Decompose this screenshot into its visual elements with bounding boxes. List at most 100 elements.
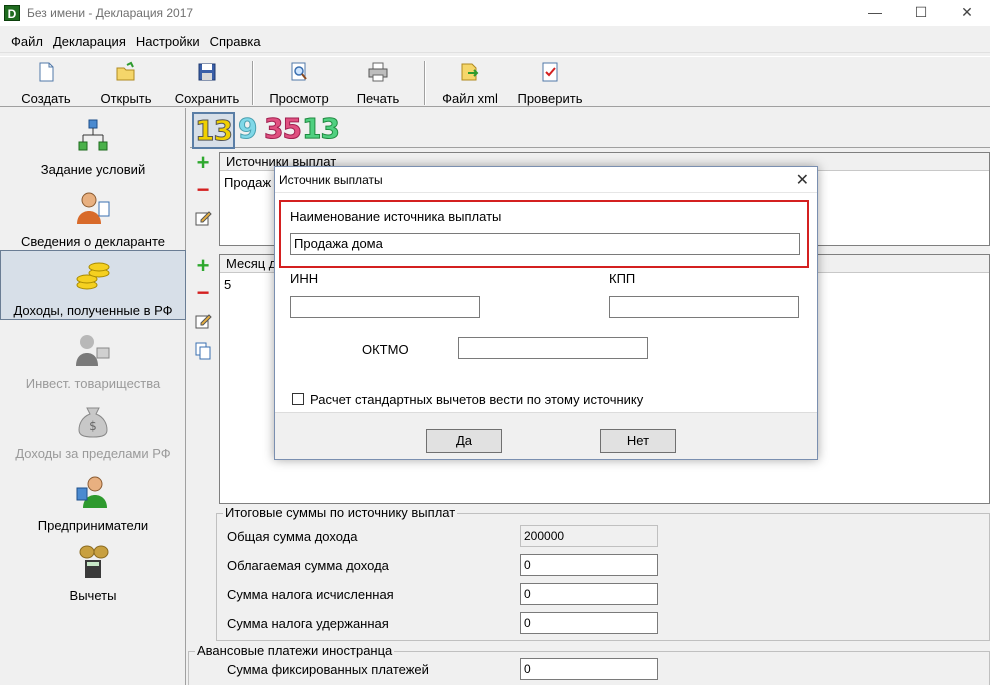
print-button[interactable]: Печать — [348, 61, 408, 107]
source-name-input[interactable]: Продажа дома — [290, 233, 800, 255]
sidebar-item-income-rf[interactable]: Доходы, полученные в РФ — [0, 250, 186, 320]
checklist-icon — [542, 62, 558, 82]
maximize-button[interactable]: ☐ — [898, 0, 944, 26]
new-document-icon — [39, 62, 54, 82]
open-label: Открыть — [100, 91, 152, 106]
svg-text:$: $ — [89, 419, 97, 433]
sidebar-item-label: Вычеты — [69, 588, 117, 603]
floppy-disk-icon — [198, 63, 216, 81]
sidebar-item-income-abroad[interactable]: $ Доходы за пределами РФ — [0, 400, 186, 468]
advance-payments-group: Авансовые платежи иностранца Сумма фикси… — [188, 643, 990, 685]
fixed-payments-field[interactable]: 0 — [520, 658, 658, 680]
person-card-icon — [77, 192, 110, 224]
oktmo-label: ОКТМО — [362, 342, 409, 357]
yes-button[interactable]: Да — [426, 429, 502, 453]
tax-rate-bar: 13 9 35 13 — [190, 108, 990, 149]
edit-month-icon[interactable] — [193, 311, 213, 331]
source-name-label: Наименование источника выплаты — [290, 209, 502, 224]
inn-label: ИНН — [290, 271, 319, 286]
kpp-input[interactable] — [609, 296, 799, 318]
app-logo-icon: D — [4, 5, 20, 21]
check-label: Проверить — [517, 91, 583, 106]
rate-35-tab[interactable]: 35 — [264, 112, 303, 146]
preview-button[interactable]: Просмотр — [264, 61, 334, 107]
tax-withheld-label: Сумма налога удержанная — [227, 616, 389, 631]
rate-13-tab[interactable]: 13 — [192, 112, 235, 149]
coins-icon — [76, 262, 110, 290]
save-label: Сохранить — [174, 91, 240, 106]
sidebar-item-deductions[interactable]: Вычеты — [0, 542, 186, 610]
remove-source-icon[interactable]: − — [193, 179, 213, 201]
totals-title: Итоговые суммы по источнику выплат — [223, 505, 458, 520]
copy-month-icon[interactable] — [193, 341, 213, 361]
window-title: Без имени - Декларация 2017 — [27, 6, 194, 20]
sidebar: Задание условий Сведения о декларанте До… — [0, 108, 186, 685]
sidebar-item-label: Предприниматели — [37, 518, 149, 533]
sidebar-item-declarant[interactable]: Сведения о декларанте — [0, 188, 186, 256]
sidebar-item-label: Сведения о декларанте — [21, 234, 165, 249]
open-folder-icon — [116, 61, 135, 81]
total-income-label: Общая сумма дохода — [227, 529, 358, 544]
xml-file-label: Файл xml — [442, 91, 498, 106]
sidebar-item-label: Доходы за пределами РФ — [15, 446, 171, 461]
rate-13-alt-tab[interactable]: 13 — [302, 112, 341, 146]
add-source-icon[interactable]: + — [193, 152, 213, 174]
inn-input[interactable] — [290, 296, 480, 318]
taxable-income-field[interactable]: 0 — [520, 554, 658, 576]
sources-tools: + − — [193, 152, 215, 238]
totals-group: Итоговые суммы по источнику выплат Общая… — [216, 505, 990, 641]
months-tools: + − — [193, 255, 215, 371]
menu-help[interactable]: Справка — [205, 34, 266, 49]
tax-calculated-label: Сумма налога исчисленная — [227, 587, 394, 602]
print-label: Печать — [356, 91, 400, 106]
sidebar-item-label: Инвест. товарищества — [25, 376, 161, 391]
std-deductions-label: Расчет стандартных вычетов вести по этом… — [310, 392, 644, 407]
kpp-label: КПП — [609, 271, 636, 286]
minimize-button[interactable]: — — [852, 0, 898, 26]
save-button[interactable]: Сохранить — [172, 61, 242, 107]
dialog-close-button[interactable]: ✕ — [796, 170, 809, 190]
edit-source-icon[interactable] — [193, 208, 213, 228]
rate-9-tab[interactable]: 9 — [237, 112, 258, 146]
close-window-button[interactable]: ✕ — [944, 0, 990, 26]
remove-month-icon[interactable]: − — [193, 282, 213, 304]
business-partners-icon — [76, 335, 110, 366]
dialog-title: Источник выплаты — [279, 172, 383, 187]
std-deductions-checkbox[interactable] — [292, 393, 304, 405]
sidebar-item-entrepreneurs[interactable]: Предприниматели — [0, 472, 186, 540]
sidebar-item-conditions[interactable]: Задание условий — [0, 116, 186, 184]
printer-icon — [368, 62, 388, 82]
tax-calculated-field[interactable]: 0 — [520, 583, 658, 605]
tax-withheld-field[interactable]: 0 — [520, 612, 658, 634]
preview-label: Просмотр — [269, 91, 329, 106]
advance-title: Авансовые платежи иностранца — [195, 643, 395, 658]
menu-declaration[interactable]: Декларация — [48, 34, 131, 49]
entrepreneur-icon — [76, 476, 107, 508]
create-button[interactable]: Создать — [14, 61, 78, 107]
export-xml-icon — [461, 63, 479, 81]
oktmo-input[interactable] — [458, 337, 648, 359]
open-button[interactable]: Открыть — [94, 61, 158, 107]
sidebar-item-label: Задание условий — [40, 162, 146, 177]
menu-file[interactable]: Файл — [6, 34, 48, 49]
magnifier-document-icon — [291, 62, 307, 81]
menu-bar: Файл Декларация Настройки Справка — [0, 31, 990, 53]
toolbar: Создать Открыть Сохранить Просмотр Печат… — [0, 56, 990, 107]
payment-source-dialog: Источник выплаты ✕ Наименование источник… — [274, 166, 818, 460]
tree-structure-icon — [78, 119, 108, 151]
create-label: Создать — [21, 91, 71, 106]
toolbar-separator — [424, 61, 426, 105]
no-button[interactable]: Нет — [600, 429, 676, 453]
sidebar-item-invest[interactable]: Инвест. товарищества — [0, 330, 186, 398]
total-income-field: 200000 — [520, 525, 658, 547]
sidebar-item-label: Доходы, полученные в РФ — [13, 303, 173, 318]
check-button[interactable]: Проверить — [512, 61, 588, 107]
calculator-money-icon — [79, 545, 109, 578]
taxable-income-label: Облагаемая сумма дохода — [227, 558, 389, 573]
menu-settings[interactable]: Настройки — [131, 34, 205, 49]
dialog-title-bar: Источник выплаты ✕ — [275, 167, 817, 193]
title-bar: D Без имени - Декларация 2017 — ☐ ✕ — [0, 0, 990, 26]
xml-file-button[interactable]: Файл xml — [438, 61, 502, 107]
add-month-icon[interactable]: + — [193, 255, 213, 277]
toolbar-separator — [252, 61, 254, 105]
